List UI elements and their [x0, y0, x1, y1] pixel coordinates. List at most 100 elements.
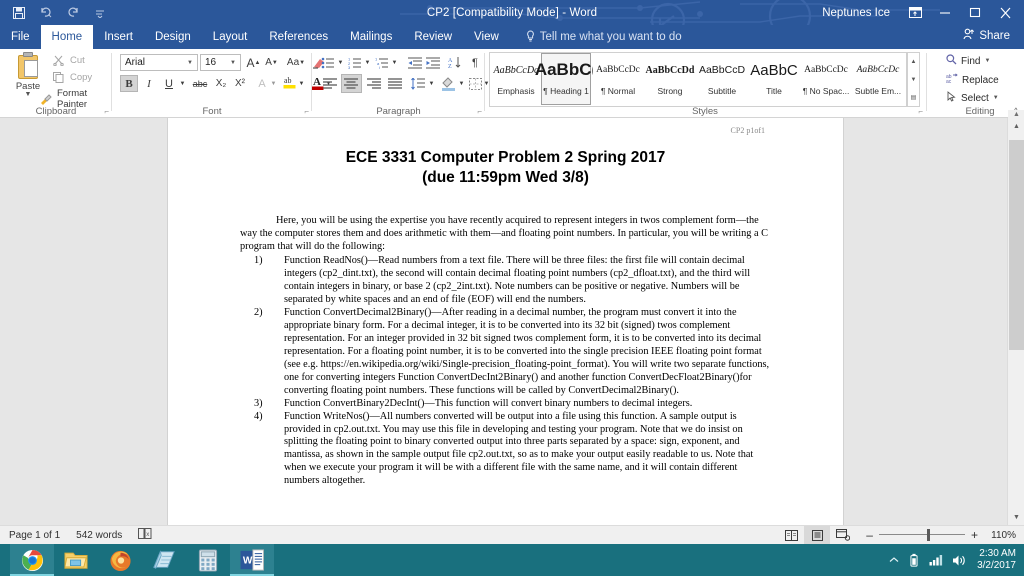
view-read-mode[interactable]	[778, 526, 804, 545]
style-normal[interactable]: AaBbCcDc ¶ Normal	[593, 53, 643, 105]
styles-gallery-scroll[interactable]: ▲ ▼ ▤	[907, 52, 920, 107]
shrink-font-button[interactable]: A ▼	[263, 54, 280, 71]
scroll-down-icon[interactable]: ▼	[1008, 509, 1024, 525]
underline-button[interactable]: U	[160, 75, 178, 92]
taskbar-clock[interactable]: 2:30 AM 3/2/2017	[975, 548, 1016, 572]
style-strong[interactable]: AaBbCcDd Strong	[645, 53, 695, 105]
view-web-layout[interactable]	[830, 526, 856, 545]
gallery-scroll-down-icon[interactable]: ▼	[908, 71, 919, 89]
text-effects-button[interactable]: A	[254, 75, 270, 92]
network-icon[interactable]	[929, 554, 943, 566]
ribbon-tab-strip[interactable]: File Home Insert Design Layout Reference…	[0, 25, 1024, 49]
highlight-color-button[interactable]: ab	[280, 73, 298, 92]
taskbar-app-calculator[interactable]	[186, 544, 230, 576]
multilevel-dropdown-icon[interactable]: ▼	[390, 54, 399, 71]
vertical-scrollbar[interactable]: ▲ ▲ ▼	[1007, 110, 1024, 525]
copy-button[interactable]: Copy	[52, 71, 92, 84]
text-effects-dropdown-icon[interactable]: ▼	[269, 75, 278, 92]
taskbar-app-notepad[interactable]	[142, 544, 186, 576]
system-tray[interactable]: 2:30 AM 3/2/2017	[889, 548, 1024, 572]
align-center-icon[interactable]	[341, 74, 362, 93]
share-button[interactable]: Share	[957, 26, 1016, 45]
show-hidden-icons-icon[interactable]	[889, 556, 899, 564]
numbering-dropdown-icon[interactable]: ▼	[363, 54, 372, 71]
tab-review[interactable]: Review	[403, 25, 463, 49]
font-name-input[interactable]: Arial ▼	[120, 54, 198, 71]
cut-button[interactable]: Cut	[52, 54, 85, 67]
paragraph-dialog-launcher[interactable]: ⌐	[477, 107, 482, 116]
ribbon-display-options-icon[interactable]	[900, 0, 930, 25]
taskbar-app-file-explorer[interactable]	[54, 544, 98, 576]
bullets-icon[interactable]	[320, 54, 336, 71]
chevron-down-icon[interactable]: ▼	[230, 60, 236, 66]
style-heading-1[interactable]: AaBbC( ¶ Heading 1	[535, 53, 597, 105]
style-emphasis[interactable]: AaBbCcDc Emphasis	[491, 53, 541, 105]
tab-layout[interactable]: Layout	[202, 25, 259, 49]
replace-button[interactable]: ab ac Replace	[946, 73, 999, 87]
line-spacing-dropdown-icon[interactable]: ▼	[427, 75, 436, 92]
word-count[interactable]: 542 words	[76, 530, 122, 541]
tab-home[interactable]: Home	[40, 25, 94, 49]
style-subtitle[interactable]: AaBbCcD Subtitle	[697, 53, 747, 105]
chevron-down-icon[interactable]: ▼	[187, 60, 193, 66]
borders-icon[interactable]	[467, 75, 483, 92]
grow-font-button[interactable]: A ▲	[245, 54, 262, 71]
taskbar-app-list[interactable]: W	[0, 544, 274, 576]
taskbar-app-chrome[interactable]	[10, 544, 54, 576]
tab-view[interactable]: View	[463, 25, 510, 49]
style-no-spacing[interactable]: AaBbCcDc ¶ No Spac...	[801, 53, 851, 105]
tab-mailings[interactable]: Mailings	[339, 25, 403, 49]
document-canvas[interactable]: CP2 p1of1 ECE 3331 Computer Problem 2 Sp…	[0, 118, 1024, 525]
strikethrough-button[interactable]: abc	[190, 75, 210, 92]
volume-icon[interactable]	[952, 554, 966, 567]
multilevel-list-icon[interactable]: 1ai	[374, 54, 390, 71]
account-name[interactable]: Neptunes Ice	[812, 7, 900, 19]
gallery-scroll-up-icon[interactable]: ▲	[908, 53, 919, 71]
battery-icon[interactable]	[908, 553, 920, 567]
find-dropdown-icon[interactable]: ▼	[984, 58, 990, 64]
tell-me-search[interactable]: Tell me what you want to do	[510, 25, 682, 49]
sort-icon[interactable]: AZ	[446, 54, 464, 71]
tab-references[interactable]: References	[258, 25, 339, 49]
scroll-up-icon[interactable]: ▲	[1008, 118, 1024, 134]
align-right-icon[interactable]	[364, 75, 384, 92]
restore-icon[interactable]	[960, 0, 990, 25]
select-dropdown-icon[interactable]: ▼	[993, 95, 999, 101]
tab-file[interactable]: File	[0, 25, 41, 49]
zoom-in-button[interactable]: +	[971, 528, 978, 542]
split-window-handle[interactable]: ▲	[1008, 110, 1024, 118]
decrease-indent-icon[interactable]	[406, 54, 424, 71]
bullets-dropdown-icon[interactable]: ▼	[336, 54, 345, 71]
align-left-icon[interactable]	[320, 75, 340, 92]
document-body[interactable]: Here, you will be using the expertise yo…	[240, 215, 773, 488]
bold-button[interactable]: B	[120, 75, 138, 92]
shading-icon[interactable]	[439, 74, 457, 93]
clipboard-dialog-launcher[interactable]: ⌐	[104, 107, 109, 116]
taskbar-app-firefox[interactable]	[98, 544, 142, 576]
tab-design[interactable]: Design	[144, 25, 202, 49]
zoom-level[interactable]: 110%	[984, 530, 1016, 541]
increase-indent-icon[interactable]	[424, 54, 442, 71]
shading-dropdown-icon[interactable]: ▼	[457, 75, 466, 92]
proofing-status-icon[interactable]: x	[138, 528, 152, 542]
scrollbar-thumb[interactable]	[1009, 140, 1024, 350]
styles-dialog-launcher[interactable]: ⌐	[918, 107, 923, 116]
gallery-more-icon[interactable]: ▤	[908, 88, 919, 106]
show-formatting-marks-icon[interactable]: ¶	[467, 54, 483, 71]
style-title[interactable]: AaBbC Title	[749, 53, 799, 105]
highlight-dropdown-icon[interactable]: ▼	[297, 75, 306, 92]
superscript-button[interactable]: X²	[231, 75, 249, 92]
view-print-layout[interactable]	[804, 525, 831, 545]
style-subtle-emphasis[interactable]: AaBbCcDc Subtle Em...	[853, 53, 903, 105]
document-page[interactable]: CP2 p1of1 ECE 3331 Computer Problem 2 Sp…	[168, 118, 843, 525]
line-spacing-icon[interactable]	[410, 75, 427, 92]
font-dialog-launcher[interactable]: ⌐	[304, 107, 309, 116]
select-button[interactable]: Select ▼	[946, 91, 999, 105]
zoom-slider[interactable]	[878, 529, 965, 541]
minimize-icon[interactable]	[930, 0, 960, 25]
close-icon[interactable]	[990, 0, 1020, 25]
change-case-button[interactable]: Aa ▼	[284, 54, 308, 71]
underline-dropdown-icon[interactable]: ▼	[178, 75, 187, 92]
paste-dropdown-arrow-icon[interactable]: ▼	[25, 91, 32, 98]
justify-icon[interactable]	[385, 75, 405, 92]
